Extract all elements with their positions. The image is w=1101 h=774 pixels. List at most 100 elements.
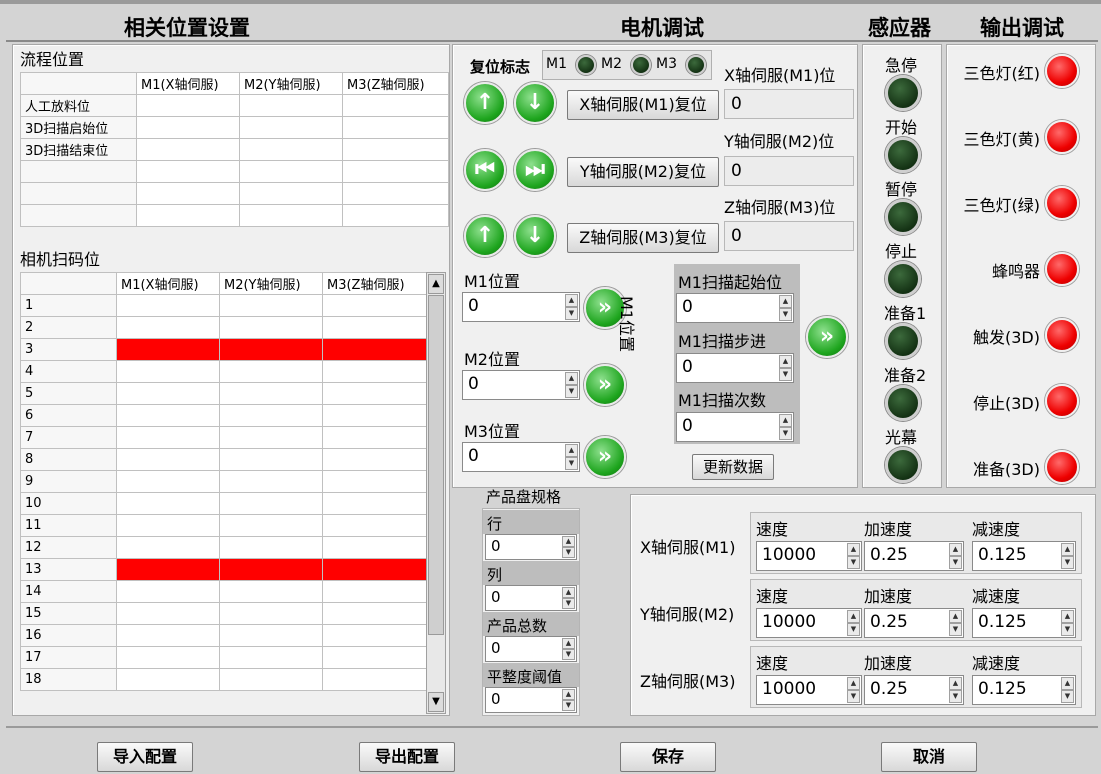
scan-start-spinner[interactable]: ▲ ▼ — [779, 295, 792, 321]
scan-cell[interactable] — [219, 382, 323, 405]
scan-count-input[interactable]: 0 ▲ ▼ — [676, 412, 794, 442]
flow-cell[interactable] — [136, 116, 240, 139]
servo-decel-input[interactable]: 0.125 ▲ ▼ — [972, 608, 1076, 638]
scan-cell[interactable] — [322, 470, 427, 493]
scan-cell[interactable] — [116, 580, 220, 603]
scan-cell[interactable] — [219, 404, 323, 427]
servo-speed-input[interactable]: 10000 ▲ ▼ — [756, 541, 862, 571]
output-toggle-led[interactable] — [1045, 384, 1079, 418]
tray-field-spinner[interactable]: ▲ ▼ — [562, 689, 575, 711]
servo-accel-spinner[interactable]: ▲ ▼ — [949, 610, 962, 636]
scroll-up-arrow[interactable]: ▲ — [428, 274, 444, 294]
scan-cell[interactable] — [116, 492, 220, 515]
m3-pos-input[interactable]: 0 ▲ ▼ — [462, 442, 580, 472]
servo-speed-input[interactable]: 10000 ▲ ▼ — [756, 608, 862, 638]
servo-speed-spinner[interactable]: ▲ ▼ — [847, 610, 860, 636]
output-toggle-led[interactable] — [1045, 120, 1079, 154]
scan-cell[interactable] — [322, 580, 427, 603]
m1-pos-spinner[interactable]: ▲ ▼ — [565, 294, 578, 320]
scan-cell[interactable] — [322, 558, 427, 581]
output-toggle-led[interactable] — [1045, 186, 1079, 220]
scan-cell[interactable] — [219, 294, 323, 317]
servo-decel-spinner[interactable]: ▲ ▼ — [1061, 543, 1074, 569]
scan-cell[interactable] — [219, 646, 323, 669]
cancel-button[interactable]: 取消 — [881, 742, 977, 772]
m3-move-button[interactable]: » — [584, 436, 626, 478]
scan-cell[interactable] — [116, 382, 220, 405]
output-toggle-led[interactable] — [1045, 54, 1079, 88]
scan-cell[interactable] — [322, 448, 427, 471]
tray-field-input[interactable]: 0 ▲ ▼ — [485, 636, 577, 662]
servo-speed-input[interactable]: 10000 ▲ ▼ — [756, 675, 862, 705]
update-data-button[interactable]: 更新数据 — [692, 454, 774, 480]
import-config-button[interactable]: 导入配置 — [97, 742, 193, 772]
flow-cell[interactable] — [136, 160, 240, 183]
scan-cell[interactable] — [219, 492, 323, 515]
scan-cell[interactable] — [116, 602, 220, 625]
m2-move-button[interactable]: » — [584, 364, 626, 406]
flow-cell[interactable] — [136, 138, 240, 161]
output-toggle-led[interactable] — [1045, 450, 1079, 484]
servo-speed-spinner[interactable]: ▲ ▼ — [847, 543, 860, 569]
scan-cell[interactable] — [116, 536, 220, 559]
scan-cell[interactable] — [322, 668, 427, 691]
flow-cell[interactable] — [239, 160, 343, 183]
scan-cell[interactable] — [116, 294, 220, 317]
scan-cell[interactable] — [322, 294, 427, 317]
scan-cell[interactable] — [322, 338, 427, 361]
flow-cell[interactable] — [136, 204, 240, 227]
scan-cell[interactable] — [116, 646, 220, 669]
tray-field-spinner[interactable]: ▲ ▼ — [562, 587, 575, 609]
flow-cell[interactable] — [239, 138, 343, 161]
y-jog-forward-button[interactable]: ⏭ — [514, 149, 556, 191]
scan-cell[interactable] — [322, 602, 427, 625]
scan-cell[interactable] — [322, 492, 427, 515]
scan-cell[interactable] — [116, 668, 220, 691]
tray-field-input[interactable]: 0 ▲ ▼ — [485, 687, 577, 713]
scan-cell[interactable] — [322, 360, 427, 383]
m2-pos-spinner[interactable]: ▲ ▼ — [565, 372, 578, 398]
scan-cell[interactable] — [219, 580, 323, 603]
scan-cell[interactable] — [219, 514, 323, 537]
scan-step-input[interactable]: 0 ▲ ▼ — [676, 353, 794, 383]
flow-cell[interactable] — [239, 182, 343, 205]
flow-cell[interactable] — [342, 94, 449, 117]
servo-accel-input[interactable]: 0.25 ▲ ▼ — [864, 541, 964, 571]
scan-cell[interactable] — [116, 448, 220, 471]
scan-cell[interactable] — [322, 624, 427, 647]
scan-count-spinner[interactable]: ▲ ▼ — [779, 414, 792, 440]
flow-cell[interactable] — [239, 116, 343, 139]
z-jog-down-button[interactable]: ↓ — [514, 215, 556, 257]
scan-step-spinner[interactable]: ▲ ▼ — [779, 355, 792, 381]
scan-table-scrollbar[interactable]: ▲ ▼ — [426, 272, 446, 714]
scan-cell[interactable] — [219, 624, 323, 647]
flow-cell[interactable] — [239, 94, 343, 117]
flow-cell[interactable] — [342, 116, 449, 139]
y-jog-back-button[interactable]: ⏮ — [464, 149, 506, 191]
flow-cell[interactable] — [342, 160, 449, 183]
tray-field-spinner[interactable]: ▲ ▼ — [562, 638, 575, 660]
m3-pos-spinner[interactable]: ▲ ▼ — [565, 444, 578, 470]
scan-start-input[interactable]: 0 ▲ ▼ — [676, 293, 794, 323]
z-reset-button[interactable]: Z轴伺服(M3)复位 — [567, 223, 719, 253]
servo-decel-input[interactable]: 0.125 ▲ ▼ — [972, 675, 1076, 705]
scan-cell[interactable] — [116, 316, 220, 339]
output-toggle-led[interactable] — [1045, 318, 1079, 352]
servo-decel-input[interactable]: 0.125 ▲ ▼ — [972, 541, 1076, 571]
tray-field-spinner[interactable]: ▲ ▼ — [562, 536, 575, 558]
export-config-button[interactable]: 导出配置 — [359, 742, 455, 772]
tray-field-input[interactable]: 0 ▲ ▼ — [485, 534, 577, 560]
scan-cell[interactable] — [219, 536, 323, 559]
scan-cell[interactable] — [219, 668, 323, 691]
servo-accel-spinner[interactable]: ▲ ▼ — [949, 677, 962, 703]
scan-cell[interactable] — [322, 404, 427, 427]
scan-cell[interactable] — [219, 448, 323, 471]
scan-start-button[interactable]: » — [806, 316, 848, 358]
output-toggle-led[interactable] — [1045, 252, 1079, 286]
scan-cell[interactable] — [322, 514, 427, 537]
scan-cell[interactable] — [219, 338, 323, 361]
scan-cell[interactable] — [219, 360, 323, 383]
servo-speed-spinner[interactable]: ▲ ▼ — [847, 677, 860, 703]
scan-cell[interactable] — [116, 404, 220, 427]
flow-cell[interactable] — [342, 204, 449, 227]
